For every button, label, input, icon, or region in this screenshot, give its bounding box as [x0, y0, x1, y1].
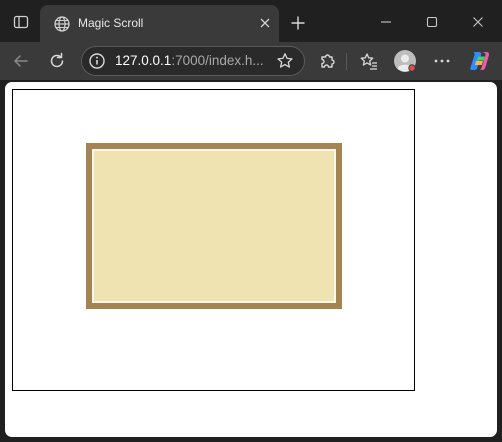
tab-title: Magic Scroll [78, 16, 144, 30]
maximize-icon [426, 16, 438, 28]
tab-actions-icon [13, 15, 29, 29]
browser-window: Magic Scroll 127.0.0.1:7000/index.h... [0, 0, 502, 442]
more-icon [434, 59, 450, 63]
maximize-button[interactable] [420, 10, 444, 34]
favorites-button[interactable] [357, 49, 381, 73]
reload-button[interactable] [45, 49, 69, 73]
toolbar: 127.0.0.1:7000/index.h... [0, 42, 502, 80]
more-button[interactable] [430, 49, 454, 73]
toolbar-divider [346, 53, 347, 70]
back-arrow-icon [14, 55, 28, 67]
close-icon [473, 17, 483, 27]
globe-icon [54, 16, 70, 32]
tab-close-button[interactable] [256, 14, 274, 32]
address-bar[interactable]: 127.0.0.1:7000/index.h... [81, 46, 305, 76]
window-close-button[interactable] [466, 10, 490, 34]
plus-icon [291, 16, 305, 30]
url-path: :7000/index.h... [171, 53, 264, 68]
avatar-icon [394, 50, 416, 72]
reload-icon [50, 52, 64, 68]
url-host: 127.0.0.1 [115, 53, 172, 68]
tab-magic-scroll[interactable]: Magic Scroll [40, 5, 279, 42]
page-viewport [5, 82, 497, 437]
magic-scroll-frame[interactable] [86, 143, 342, 309]
tab-actions-button[interactable] [8, 9, 34, 35]
minimize-icon [381, 21, 391, 23]
info-icon[interactable] [88, 52, 106, 70]
game-canvas[interactable] [12, 89, 415, 391]
profile-button[interactable] [393, 49, 417, 73]
new-tab-button[interactable] [287, 12, 309, 34]
tab-strip: Magic Scroll [0, 0, 502, 42]
minimize-button[interactable] [374, 10, 398, 34]
back-button[interactable] [9, 49, 33, 73]
close-icon [260, 18, 270, 28]
address-url: 127.0.0.1:7000/index.h... [115, 53, 264, 69]
puzzle-icon [321, 54, 335, 68]
magic-scroll-parchment[interactable] [92, 149, 336, 303]
star-icon[interactable] [276, 52, 294, 70]
extensions-button[interactable] [316, 49, 340, 73]
favorites-icon [360, 53, 377, 70]
copilot-button[interactable] [467, 48, 493, 74]
copilot-icon [470, 52, 490, 70]
